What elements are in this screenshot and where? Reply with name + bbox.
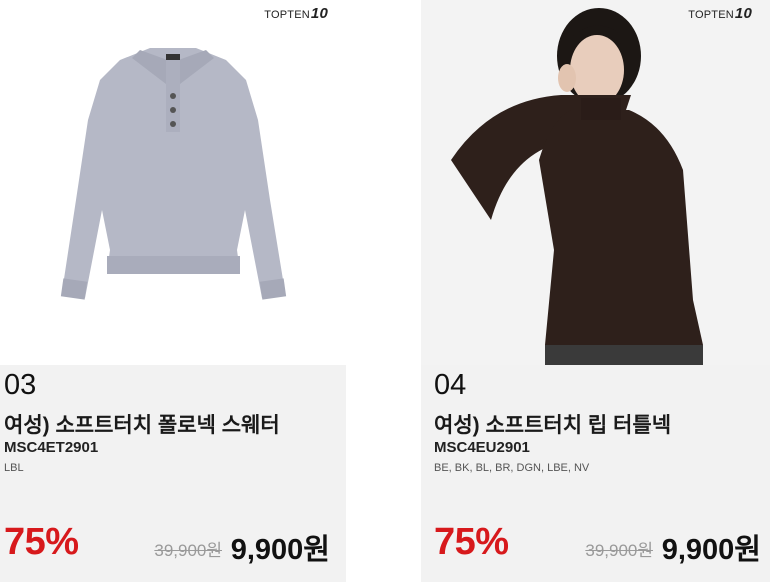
product-card[interactable]: TOPTEN10 04 여성) 소프트터치 립 터틀넥 MSC4EU2901 B… [421, 0, 770, 582]
brand-logo: TOPTEN10 [688, 5, 752, 22]
model-photo [421, 0, 770, 365]
rank-number: 04 [434, 369, 467, 401]
product-card[interactable]: TOPTEN10 03 여성) 소프트터치 폴로넥 스웨터 MSC4ET2901… [0, 0, 346, 582]
product-name[interactable]: 여성) 소프트터치 폴로넥 스웨터 [4, 409, 280, 439]
product-code: MSC4ET2901 [4, 439, 99, 456]
brand-logo: TOPTEN10 [264, 5, 328, 22]
sale-price: 9,900원 [230, 534, 330, 566]
product-image[interactable]: TOPTEN10 [421, 0, 770, 365]
original-price: 39,900원 [585, 541, 653, 560]
product-image[interactable]: TOPTEN10 [0, 0, 346, 365]
discount-rate: 75% [434, 521, 509, 563]
discount-rate: 75% [4, 521, 79, 563]
color-options: BE, BK, BL, BR, DGN, LBE, NV [434, 462, 590, 474]
rank-number: 03 [4, 369, 37, 401]
sweater-image [60, 48, 287, 300]
color-options: LBL [4, 462, 24, 474]
product-name[interactable]: 여성) 소프트터치 립 터틀넥 [434, 409, 671, 439]
product-code: MSC4EU2901 [434, 439, 530, 456]
sale-price: 9,900원 [661, 534, 761, 566]
original-price: 39,900원 [154, 541, 222, 560]
